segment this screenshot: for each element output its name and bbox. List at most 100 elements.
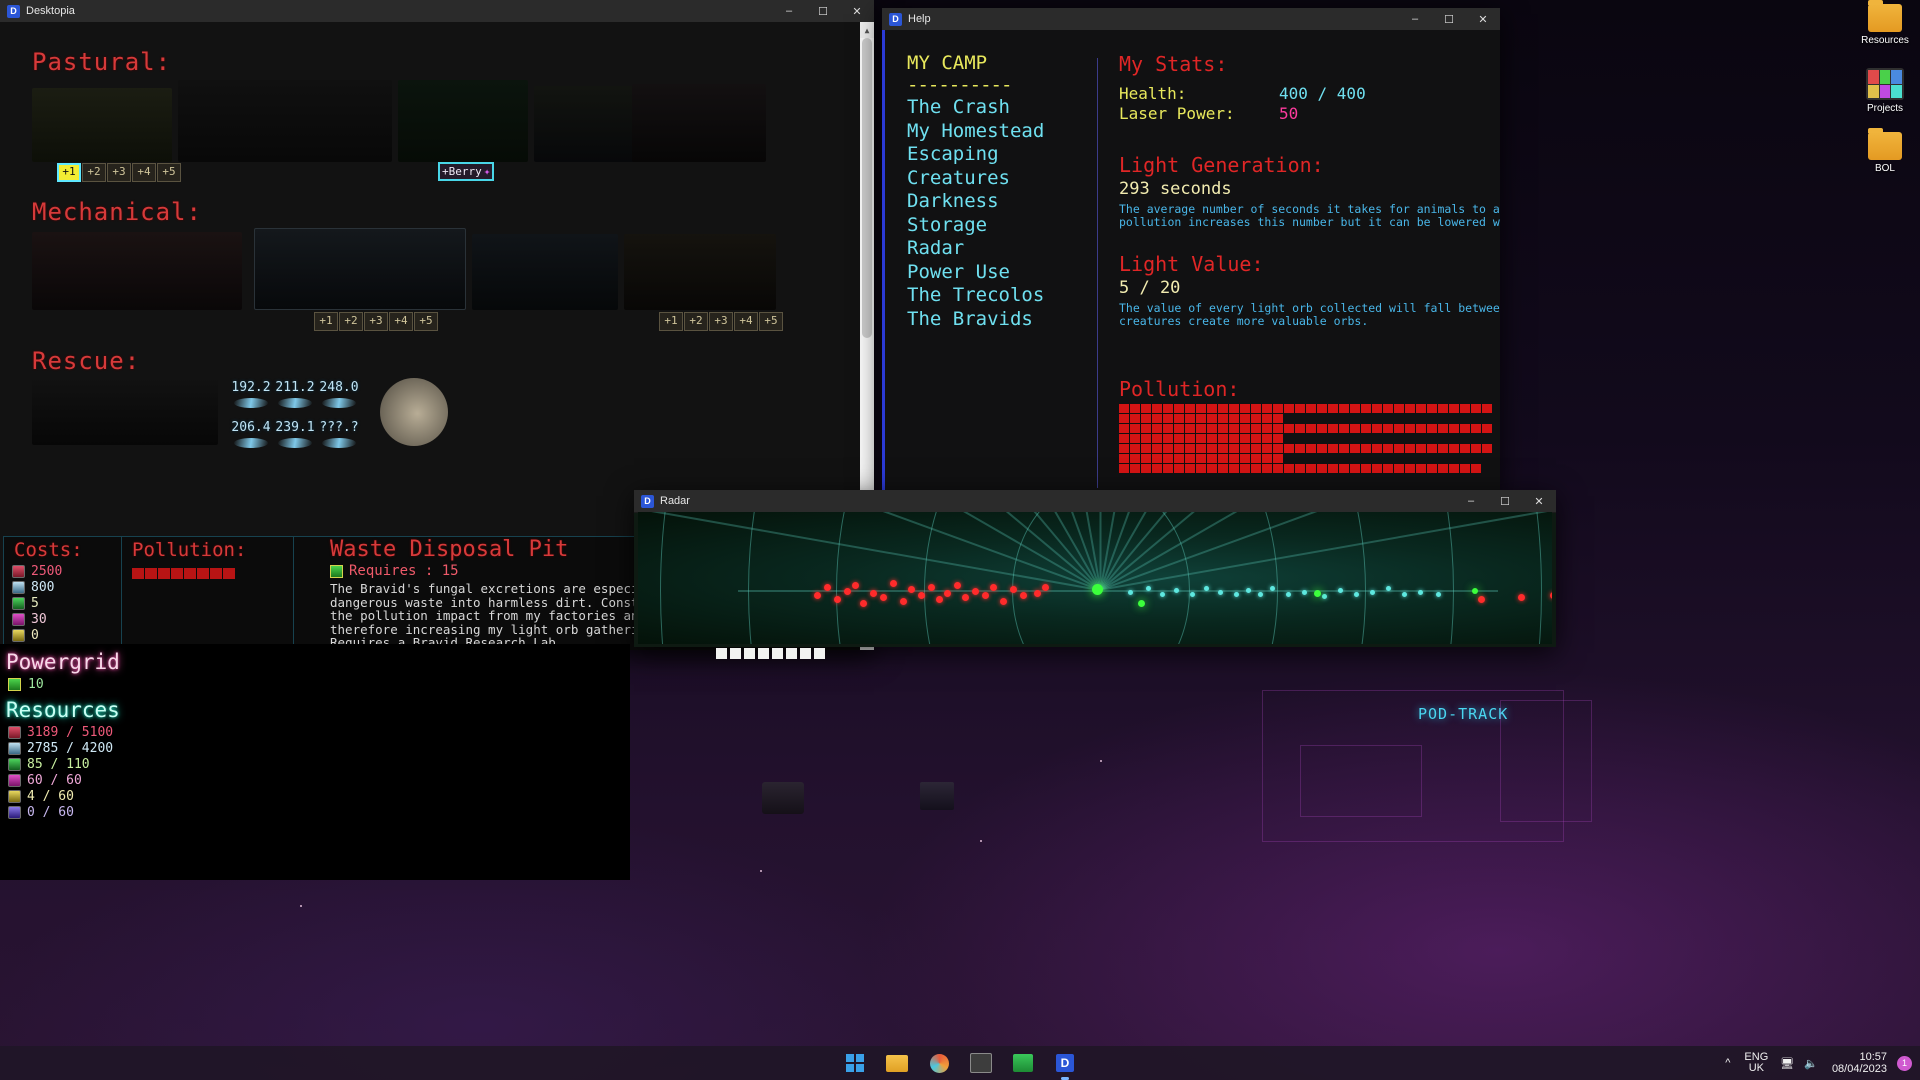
plus-button-5[interactable]: +5 bbox=[414, 312, 438, 331]
start-icon[interactable] bbox=[838, 1049, 872, 1077]
taskbar[interactable]: D ^ ENG UK 🖥 🔈 10:57 08/04/2023 1 bbox=[0, 1046, 1920, 1080]
pastural-sprite-row[interactable] bbox=[32, 80, 772, 162]
radar-pip[interactable] bbox=[758, 648, 769, 659]
help-menu-item-storage[interactable]: Storage bbox=[907, 214, 1077, 238]
rescue-sprite[interactable] bbox=[32, 377, 218, 445]
sprite-thumbnail[interactable] bbox=[178, 80, 392, 162]
radar-pip[interactable] bbox=[744, 648, 755, 659]
plus-button-2[interactable]: +2 bbox=[82, 163, 106, 182]
media-icon[interactable] bbox=[1006, 1049, 1040, 1077]
plus-button-1[interactable]: +1 bbox=[314, 312, 338, 331]
radar-window-titlebar[interactable]: D Radar – ☐ ✕ bbox=[634, 490, 1556, 513]
sprite-thumbnail[interactable] bbox=[32, 232, 242, 310]
cost-item-value: 5 bbox=[31, 595, 39, 611]
plus-button-5[interactable]: +5 bbox=[759, 312, 783, 331]
help-menu-item-my-homestead[interactable]: My Homestead bbox=[907, 120, 1077, 144]
sprite-thumbnail[interactable] bbox=[398, 80, 528, 162]
help-window[interactable]: D Help – ☐ ✕ MY CAMP ---------- The Cras… bbox=[882, 8, 1500, 492]
game-minimize-button[interactable]: – bbox=[772, 0, 806, 22]
network-icon[interactable]: 🖥 bbox=[1780, 1057, 1794, 1070]
scroll-up-arrow[interactable]: ▲ bbox=[860, 22, 874, 38]
radar-pip[interactable] bbox=[730, 648, 741, 659]
help-close-button[interactable]: ✕ bbox=[1466, 8, 1500, 30]
game-maximize-button[interactable]: ☐ bbox=[806, 0, 840, 22]
clock[interactable]: 10:57 08/04/2023 bbox=[1832, 1051, 1887, 1075]
radar-pip[interactable] bbox=[800, 648, 811, 659]
berry-button[interactable]: +Berry ✦ bbox=[438, 162, 495, 181]
folder-icon bbox=[1868, 0, 1902, 32]
help-menu-item-the-trecolos[interactable]: The Trecolos bbox=[907, 284, 1077, 308]
help-minimize-button[interactable]: – bbox=[1398, 8, 1432, 30]
metal-icon bbox=[8, 741, 21, 755]
pollution-square bbox=[1284, 444, 1294, 453]
pollution-square bbox=[1306, 444, 1316, 453]
scrollbar-thumb[interactable] bbox=[862, 38, 872, 338]
file-explorer-icon[interactable] bbox=[880, 1049, 914, 1077]
desktop-icon-resources[interactable]: Resources bbox=[1850, 0, 1920, 64]
desktop-icon-projects[interactable]: Projects bbox=[1850, 68, 1920, 128]
star-decoration bbox=[1100, 760, 1102, 762]
desktop-icon-bol[interactable]: BOL bbox=[1850, 128, 1920, 192]
plus-button-2[interactable]: +2 bbox=[684, 312, 708, 331]
pollution-square bbox=[1251, 434, 1261, 443]
help-window-titlebar[interactable]: D Help – ☐ ✕ bbox=[882, 8, 1500, 31]
desktopia-taskbar-icon[interactable]: D bbox=[1048, 1049, 1082, 1080]
radar-blip-neutral bbox=[1128, 590, 1133, 595]
mechanical-upgrade-buttons-left[interactable]: +1 +2 +3 +4 +5 bbox=[314, 312, 439, 331]
pollution-square bbox=[1416, 424, 1426, 433]
plus-button-2[interactable]: +2 bbox=[339, 312, 363, 331]
radar-window[interactable]: D Radar – ☐ ✕ bbox=[634, 490, 1556, 647]
radar-pip-row[interactable] bbox=[716, 648, 828, 659]
plus-button-1[interactable]: +1 bbox=[659, 312, 683, 331]
chevron-up-icon[interactable]: ^ bbox=[1725, 1057, 1730, 1069]
sprite-thumbnail[interactable] bbox=[472, 234, 618, 310]
sprite-thumbnail[interactable] bbox=[534, 86, 646, 162]
plus-button-4[interactable]: +4 bbox=[132, 163, 156, 182]
help-menu-item-creatures[interactable]: Creatures bbox=[907, 167, 1077, 191]
help-maximize-button[interactable]: ☐ bbox=[1432, 8, 1466, 30]
game-close-button[interactable]: ✕ bbox=[840, 0, 874, 22]
pollution-square bbox=[1185, 434, 1195, 443]
sprite-thumbnail[interactable] bbox=[624, 234, 776, 310]
radar-pip[interactable] bbox=[786, 648, 797, 659]
pollution-square bbox=[1317, 424, 1327, 433]
plus-button-5[interactable]: +5 bbox=[157, 163, 181, 182]
radar-display[interactable] bbox=[638, 512, 1552, 644]
sprite-thumbnail[interactable] bbox=[632, 84, 766, 162]
sprite-thumbnail[interactable] bbox=[254, 228, 466, 310]
radar-close-button[interactable]: ✕ bbox=[1522, 490, 1556, 512]
sprite-thumbnail[interactable] bbox=[32, 88, 172, 162]
language-indicator[interactable]: ENG UK bbox=[1744, 1052, 1768, 1074]
radar-pip[interactable] bbox=[814, 648, 825, 659]
help-menu-item-darkness[interactable]: Darkness bbox=[907, 190, 1077, 214]
plus-button-3[interactable]: +3 bbox=[107, 163, 131, 182]
radar-pip[interactable] bbox=[772, 648, 783, 659]
plus-button-4[interactable]: +4 bbox=[389, 312, 413, 331]
powergrid-title: Powergrid bbox=[6, 650, 120, 674]
browser-icon[interactable] bbox=[922, 1049, 956, 1077]
pollution-square bbox=[1394, 464, 1404, 473]
radar-pip[interactable] bbox=[716, 648, 727, 659]
plus-button-3[interactable]: +3 bbox=[709, 312, 733, 331]
mechanical-upgrade-buttons-right[interactable]: +1 +2 +3 +4 +5 bbox=[659, 312, 784, 331]
plus-button-1[interactable]: +1 bbox=[57, 163, 81, 182]
plus-button-3[interactable]: +3 bbox=[364, 312, 388, 331]
plus-button-4[interactable]: +4 bbox=[734, 312, 758, 331]
help-menu-item-the-crash[interactable]: The Crash bbox=[907, 96, 1077, 120]
help-menu-item-the-bravids[interactable]: The Bravids bbox=[907, 308, 1077, 332]
pollution-square bbox=[158, 568, 170, 579]
game-window-titlebar[interactable]: D Desktopia – ☐ ✕ bbox=[0, 0, 874, 23]
radar-blip-neutral bbox=[1146, 586, 1151, 591]
pollution-square bbox=[1141, 404, 1151, 413]
radar-minimize-button[interactable]: – bbox=[1454, 490, 1488, 512]
notes-icon[interactable] bbox=[964, 1049, 998, 1077]
pastural-upgrade-buttons[interactable]: +1 +2 +3 +4 +5 bbox=[57, 163, 182, 182]
notification-badge[interactable]: 1 bbox=[1897, 1055, 1912, 1071]
radar-maximize-button[interactable]: ☐ bbox=[1488, 490, 1522, 512]
help-menu-item-escaping[interactable]: Escaping bbox=[907, 143, 1077, 167]
help-menu-item-power-use[interactable]: Power Use bbox=[907, 261, 1077, 285]
mechanical-sprite-row[interactable] bbox=[32, 228, 776, 310]
volume-icon[interactable]: 🔈 bbox=[1804, 1057, 1818, 1070]
help-menu-item-radar[interactable]: Radar bbox=[907, 237, 1077, 261]
help-menu-heading: MY CAMP bbox=[907, 52, 988, 74]
